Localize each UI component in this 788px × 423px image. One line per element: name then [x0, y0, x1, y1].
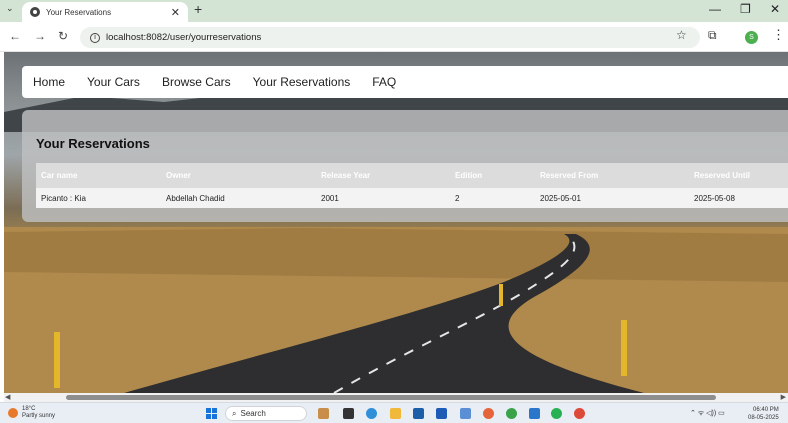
taskbar-clock[interactable]: 06:40 PM 08-05-2025	[748, 406, 779, 422]
reload-icon[interactable]: ↻	[58, 29, 68, 43]
nav-your-cars-link[interactable]: Your Cars	[87, 75, 140, 89]
table-cell: Abdellah Chadid	[161, 188, 316, 208]
weather-desc: Partly sunny	[22, 413, 56, 419]
scrollbar-thumb[interactable]	[66, 395, 716, 400]
forward-arrow-icon[interactable]: →	[34, 29, 46, 43]
nav-your-reservations-link[interactable]: Your Reservations	[253, 75, 351, 89]
table-cell: 2025-05-08	[689, 188, 788, 208]
table-cell: Picanto : Kia	[36, 188, 161, 208]
table-cell: 2001	[316, 188, 450, 208]
taskbar-search-input[interactable]: ⌕ Search	[225, 406, 307, 421]
url-text: localhost:8082/user/yourreservations	[106, 32, 262, 43]
widget-app-icon[interactable]	[318, 408, 329, 419]
browser-tab-bar: ⌄ Your Reservations ✕ + — ❐ ✕	[0, 0, 788, 22]
column-header: Edition	[450, 163, 535, 188]
column-header: Reserved From	[535, 163, 689, 188]
new-tab-button[interactable]: +	[194, 1, 202, 17]
scroll-right-icon[interactable]: ▶	[781, 393, 786, 401]
spotify-icon[interactable]	[506, 408, 517, 419]
edge-browser-icon[interactable]	[366, 408, 377, 419]
clock-time: 06:40 PM	[753, 407, 779, 413]
profile-avatar[interactable]: S	[745, 31, 758, 44]
site-info-icon[interactable]: i	[90, 32, 100, 43]
weather-sun-icon	[8, 408, 18, 418]
nav-browse-cars-link[interactable]: Browse Cars	[162, 75, 231, 89]
table-cell: 2	[450, 188, 535, 208]
tab-close-icon[interactable]: ✕	[171, 6, 180, 19]
firefox-icon[interactable]	[483, 408, 494, 419]
horizontal-scrollbar[interactable]: ◀ ▶	[4, 393, 788, 402]
extensions-icon[interactable]: ⧉	[708, 28, 717, 43]
column-header: Car name	[36, 163, 161, 188]
favicon-icon	[30, 7, 40, 17]
system-tray-icons[interactable]: ⌃ ᯤ ◁)) ▭	[690, 409, 725, 418]
weather-temp: 18°C	[22, 406, 36, 412]
weather-widget[interactable]: 18°C Partly sunny	[8, 406, 55, 420]
landscape-background	[4, 88, 788, 393]
column-header: Reserved Until	[689, 163, 788, 188]
chrome-icon[interactable]	[574, 408, 585, 419]
nav-home-link[interactable]: Home	[33, 75, 65, 89]
word-icon[interactable]	[529, 408, 540, 419]
tab-title: Your Reservations	[46, 7, 112, 17]
search-label: Search	[240, 409, 266, 418]
minimize-button[interactable]: —	[709, 2, 721, 16]
clock-date: 08-05-2025	[748, 415, 779, 421]
tab-search-icon[interactable]: ⌄	[6, 3, 14, 14]
close-window-button[interactable]: ✕	[770, 2, 780, 16]
reservations-card: Your Reservations Car name Owner Release…	[22, 110, 788, 222]
search-icon: ⌕	[232, 408, 237, 418]
maximize-button[interactable]: ❐	[740, 2, 751, 16]
task-view-icon[interactable]	[343, 408, 354, 419]
menu-kebab-icon[interactable]: ⋮	[772, 27, 785, 43]
table-cell: 2025-05-01	[535, 188, 689, 208]
windows-start-icon[interactable]	[206, 408, 217, 419]
url-input[interactable]: i localhost:8082/user/yourreservations	[80, 27, 700, 48]
store-icon[interactable]	[413, 408, 424, 419]
column-header: Release Year	[316, 163, 450, 188]
address-bar-row: ← → ↻ i localhost:8082/user/yourreservat…	[0, 22, 788, 52]
nav-faq-link[interactable]: FAQ	[372, 75, 396, 89]
dropbox-icon[interactable]	[436, 408, 447, 419]
column-header: Owner	[161, 163, 316, 188]
top-nav-bar: Home Your Cars Browse Cars Your Reservat…	[22, 66, 788, 98]
whatsapp-icon[interactable]	[551, 408, 562, 419]
scroll-left-icon[interactable]: ◀	[5, 393, 10, 401]
bookmark-star-icon[interactable]: ☆	[676, 28, 687, 42]
windows-taskbar: 18°C Partly sunny ⌕ Search ⌃ ᯤ ◁)) ▭ 06:…	[0, 402, 788, 423]
page-viewport: Home Your Cars Browse Cars Your Reservat…	[4, 52, 788, 393]
page-title: Your Reservations	[36, 136, 150, 151]
browser-tab[interactable]: Your Reservations ✕	[22, 2, 188, 22]
file-explorer-icon[interactable]	[390, 408, 401, 419]
table-row: Picanto : Kia Abdellah Chadid 2001 2 202…	[36, 188, 788, 208]
reservations-table: Car name Owner Release Year Edition Rese…	[36, 163, 788, 208]
back-arrow-icon[interactable]: ←	[9, 29, 21, 43]
photos-icon[interactable]	[460, 408, 471, 419]
table-header-row: Car name Owner Release Year Edition Rese…	[36, 163, 788, 188]
